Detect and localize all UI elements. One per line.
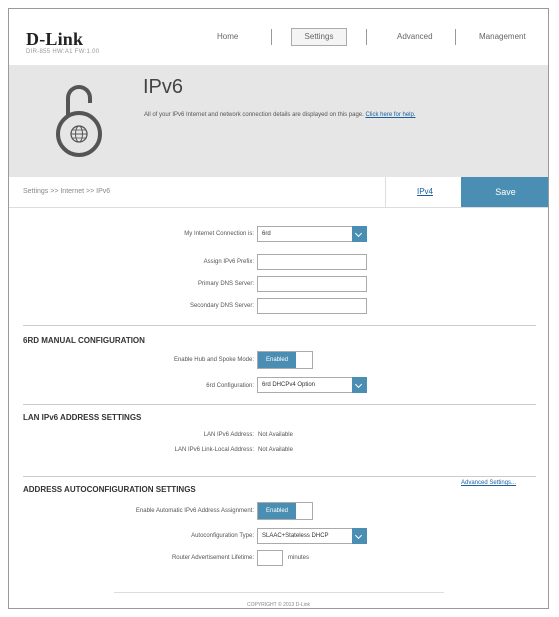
page-banner [9,65,548,177]
copyright: COPYRIGHT © 2013 D-Link [246,602,311,608]
connection-type-select[interactable]: 6rd [257,226,367,242]
description-text: All of your IPv6 Internet and network co… [144,112,364,118]
save-button[interactable]: Save [461,177,548,207]
connection-type-value: 6rd [262,231,271,237]
section-divider [23,476,536,477]
router-admin-window: D-Link DIR-855 HW:A1 FW:1.00 Home Settin… [8,8,549,609]
sixrd-section-title: 6RD MANUAL CONFIGURATION [23,336,145,345]
assign-prefix-label: Assign IPv6 Prefix: [203,259,254,265]
toolbar: Settings >> Internet >> IPv6 IPv4 Save [9,177,548,208]
autoconf-type-select[interactable]: SLAAC+Stateless DHCP [257,528,367,544]
breadcrumb: Settings >> Internet >> IPv6 [23,188,111,195]
chevron-down-icon [352,226,367,242]
page-description: All of your IPv6 Internet and network co… [144,112,544,118]
connection-type-label: My Internet Connection is: [184,231,254,237]
primary-dns-label: Primary DNS Server: [197,281,254,287]
advanced-settings-link[interactable]: Advanced Settings... [461,480,516,486]
globe-icon [70,125,88,143]
ipv4-link[interactable]: IPv4 [385,177,464,207]
nav-divider [271,29,272,45]
dlink-logo: D-Link [26,29,84,49]
lan-address-value: Not Available [258,432,293,438]
hub-spoke-label: Enable Hub and Spoke Mode: [173,357,254,363]
nav-management[interactable]: Management [479,32,526,41]
ra-lifetime-label: Router Advertisement Lifetime: [171,555,254,561]
chevron-down-icon [352,377,367,393]
hub-spoke-toggle[interactable]: Enabled [257,351,313,369]
help-link[interactable]: Click here for help. [365,112,415,118]
auto-assign-label: Enable Automatic IPv6 Address Assignment… [135,508,254,514]
lan-section-title: LAN IPv6 ADDRESS SETTINGS [23,413,142,422]
ra-lifetime-unit: minutes [288,555,310,561]
chevron-down-icon [352,528,367,544]
lan-address-label: LAN IPv6 Address: [203,432,254,438]
nav-advanced[interactable]: Advanced [397,32,433,41]
lan-link-local-label: LAN IPv6 Link-Local Address: [174,447,254,453]
auto-assign-state: Enabled [258,503,296,519]
nav-divider [366,29,367,45]
nav-home[interactable]: Home [217,32,238,41]
auto-assign-toggle[interactable]: Enabled [257,502,313,520]
nav-settings[interactable]: Settings [291,28,347,46]
secondary-dns-label: Secondary DNS Server: [189,303,254,309]
sixrd-config-value: 6rd DHCPv4 Option [262,382,316,388]
assign-prefix-input[interactable] [257,254,367,270]
primary-dns-input[interactable] [257,276,367,292]
secondary-dns-input[interactable] [257,298,367,314]
footer-divider [114,592,444,593]
autoconf-type-label: Autoconfiguration Type: [191,533,254,539]
model-info: DIR-855 HW:A1 FW:1.00 [26,49,100,55]
section-divider [23,325,536,326]
autoconf-type-value: SLAAC+Stateless DHCP [262,533,329,539]
nav-divider [455,29,456,45]
page-title: IPv6 [143,76,184,98]
ra-lifetime-input[interactable] [257,550,283,566]
sixrd-config-label: 6rd Configuration: [206,383,254,389]
top-header: D-Link DIR-855 HW:A1 FW:1.00 Home Settin… [9,9,548,65]
hub-spoke-state: Enabled [258,352,296,368]
autoconf-section-title: ADDRESS AUTOCONFIGURATION SETTINGS [23,485,196,494]
sixrd-config-select[interactable]: 6rd DHCPv4 Option [257,377,367,393]
lan-link-local-value: Not Available [258,447,293,453]
section-divider [23,404,536,405]
